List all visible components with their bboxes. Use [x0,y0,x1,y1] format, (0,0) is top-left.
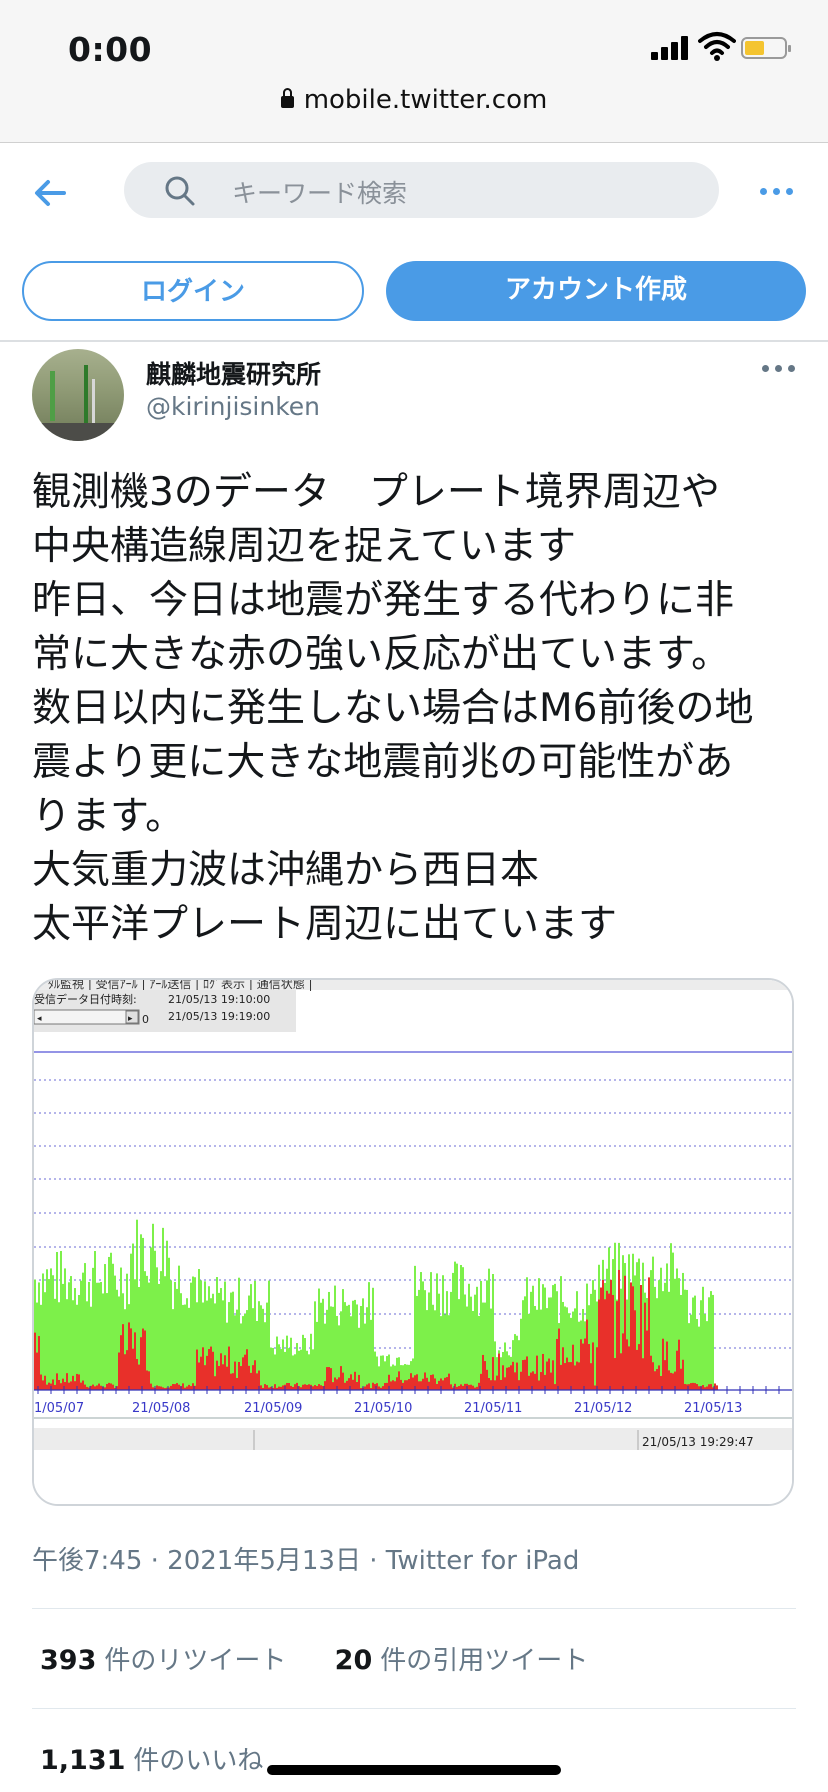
tweet-image[interactable]: ｼﾞﾀﾙ監視 | 受信ｱｰﾙ | ｱｰﾙ送信 | ﾛｸﾞ表示 | 通信状態 | … [32,978,794,1506]
stats-divider-top [32,1608,796,1609]
status-time: 0:00 [68,30,153,69]
battery-icon [741,37,791,59]
wifi-icon [698,32,736,61]
x-date-label: 21/05/11 [464,1401,522,1416]
stats-divider-bottom [32,1708,796,1709]
x-date-label: 21/05/08 [132,1401,190,1416]
signal-icon [651,36,691,60]
retweets-label: 件のリツイート [104,1646,287,1676]
home-indicator [267,1765,561,1775]
lock-icon [280,88,294,108]
avatar[interactable] [32,349,124,441]
scrollbar-small [34,1009,140,1025]
search-placeholder: キーワード検索 [232,179,408,208]
top-navigation: キーワード検索 ログイン アカウント作成 [0,143,828,383]
tweet-stats: 393 件のリツイート 20 件の引用ツイート [40,1640,588,1677]
search-icon [165,176,195,206]
nav-divider [0,340,828,342]
search-bar[interactable]: キーワード検索 [124,162,719,218]
likes-count: 1,131 [40,1745,126,1776]
display-name[interactable]: 麒麟地震研究所 [146,355,321,391]
x-date-label: 21/05/13 [684,1401,742,1416]
create-account-button[interactable]: アカウント作成 [386,261,806,321]
user-handle[interactable]: @kirinjisinken [146,392,320,421]
x-date-label: 21/05/12 [574,1401,632,1416]
x-date-label: 1/05/07 [34,1401,84,1416]
tweet-text: 観測機3のデータ プレート境界周辺や 中央構造線周辺を捉えています 昨日、今日は… [32,470,754,947]
tweet-more-icon[interactable] [762,365,798,375]
retweets-count: 393 [40,1645,97,1676]
svg-text:◂: ◂ [37,1014,42,1024]
seismograph-screenshot: ｼﾞﾀﾙ監視 | 受信ｱｰﾙ | ｱｰﾙ送信 | ﾛｸﾞ表示 | 通信状態 | … [34,980,792,1504]
received-time-1: 21/05/13 19:10:00 [168,993,270,1006]
more-options-icon[interactable] [760,188,796,198]
quotes-count: 20 [334,1645,373,1676]
login-button[interactable]: ログイン [22,261,364,321]
quotes-stat[interactable]: 20 件の引用ツイート [334,1645,589,1676]
url-text: mobile.twitter.com [303,85,548,115]
quotes-label: 件の引用ツイート [380,1646,589,1676]
svg-text:▸: ▸ [128,1014,133,1024]
retweets-stat[interactable]: 393 件のリツイート [40,1645,287,1676]
likes-stat[interactable]: 1,131 件のいいね [40,1740,263,1777]
footer-time: 21/05/13 19:29:47 [642,1435,754,1449]
received-time-2: 21/05/13 19:19:00 [168,1010,270,1023]
received-label: 受信データ日付時刻: [34,992,137,1006]
status-bar: 0:00 mobile.twitter.com [0,0,828,143]
media-menu-text: ｼﾞﾀﾙ監視 | 受信ｱｰﾙ | ｱｰﾙ送信 | ﾛｸﾞ表示 | 通信状態 | [36,980,313,991]
x-date-label: 21/05/10 [354,1401,412,1416]
tweet-timestamp[interactable]: 午後7:45 · 2021年5月13日 · Twitter for iPad [32,1540,579,1577]
zero-label: 0 [142,1013,149,1026]
url-bar[interactable]: mobile.twitter.com [0,85,828,115]
x-date-label: 21/05/09 [244,1401,302,1416]
likes-label: 件のいいね [133,1746,264,1776]
back-arrow-icon[interactable] [30,173,70,213]
